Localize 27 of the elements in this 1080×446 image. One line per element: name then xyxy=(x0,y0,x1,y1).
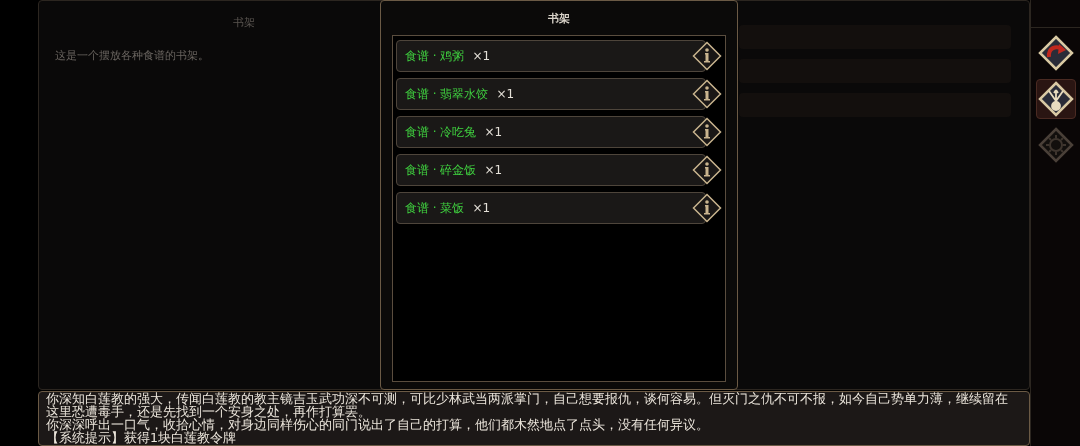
info-icon[interactable] xyxy=(692,192,722,223)
recipe-name: 食谱 · 碎金饭 xyxy=(405,161,477,179)
trident-icon[interactable] xyxy=(1035,79,1076,119)
recipe-name: 食谱 · 冷吃兔 xyxy=(405,123,477,141)
dialog-title: 书架 xyxy=(548,11,570,27)
info-icon[interactable] xyxy=(692,78,722,109)
recipe-item[interactable]: 食谱 · 鸡粥 ×1 xyxy=(396,39,706,72)
log-text: 你深深呼出一口气，收拾心情，对身边同样伤心的同门说出了自己的打算，他们都木然地点了点头，没有任何异议。 xyxy=(46,418,710,431)
recipe-name: 食谱 · 菜饭 xyxy=(405,199,465,217)
recipe-item[interactable]: 食谱 · 冷吃兔 ×1 xyxy=(396,115,706,148)
item-count: ×1 xyxy=(472,199,491,217)
panel-title: 书架 xyxy=(233,15,255,31)
recipe-item[interactable]: 食谱 · 菜饭 ×1 xyxy=(396,191,706,224)
item-count: ×1 xyxy=(484,161,503,179)
log-text: 【系统提示】获得1块白莲教令牌 xyxy=(46,431,236,444)
info-icon[interactable] xyxy=(692,40,722,71)
item-count: ×1 xyxy=(496,85,515,103)
recipe-name: 食谱 · 鸡粥 xyxy=(405,47,465,65)
panel-description: 这是一个摆放各种食谱的书架。 xyxy=(55,47,210,64)
recipe-name: 食谱 · 翡翠水饺 xyxy=(405,85,489,103)
recipe-item[interactable]: 食谱 · 翡翠水饺 ×1 xyxy=(396,77,706,110)
log-text: 你深知白莲教的强大，传闻白莲教的教主镜吉玉武功深不可测，可比少林武当两派掌门，自己想要报仇，谈何容易。但灭门之仇不可不报，如今自己势单力薄，继续留在这里恐遭毒手，还是先找到一个安身之处，再作打算罢。 xyxy=(46,392,1009,418)
info-icon[interactable] xyxy=(692,116,722,147)
recipe-item[interactable]: 食谱 · 碎金饭 ×1 xyxy=(396,153,706,186)
info-icon[interactable] xyxy=(692,154,722,185)
item-count: ×1 xyxy=(472,47,491,65)
item-count: ×1 xyxy=(484,123,503,141)
